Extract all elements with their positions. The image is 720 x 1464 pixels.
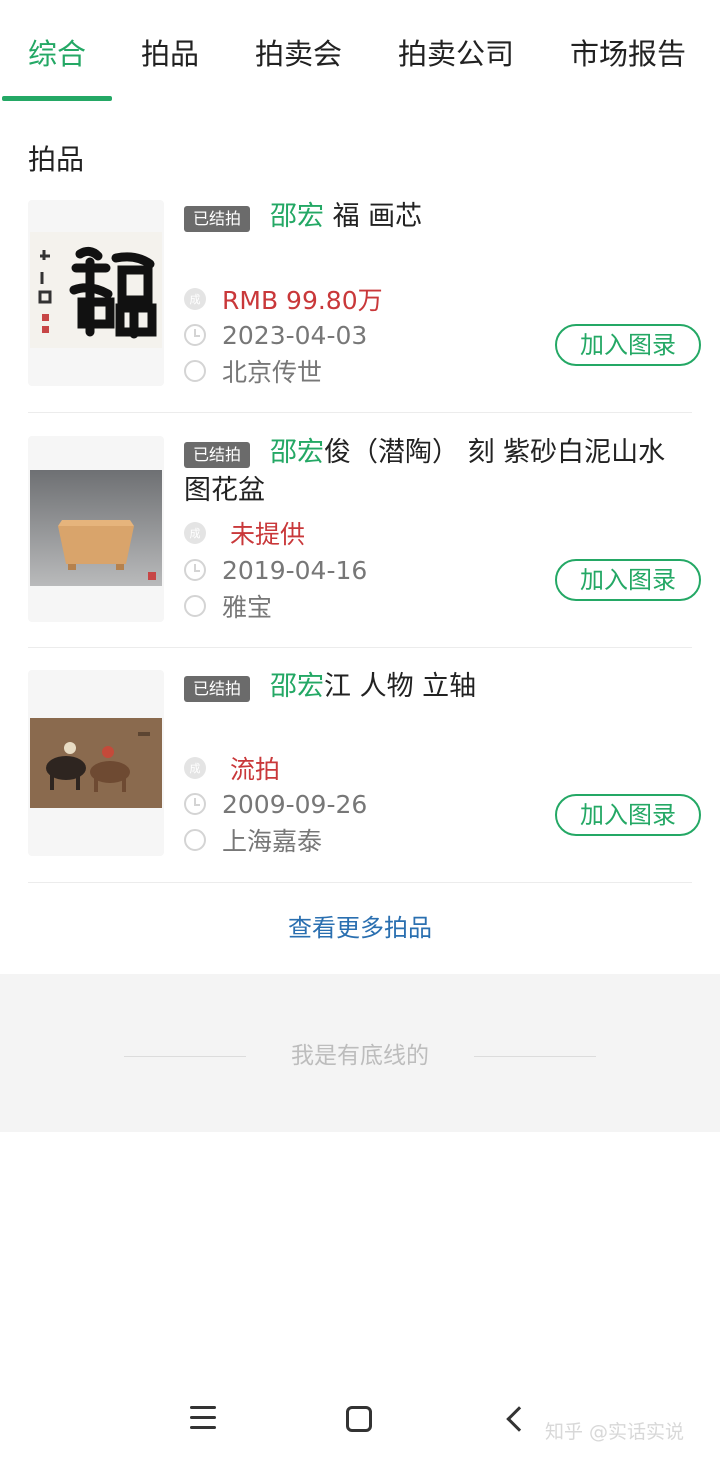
- clock-icon: [184, 793, 206, 815]
- divider: [28, 882, 692, 883]
- watermark: 知乎 @实话实说: [545, 1421, 685, 1443]
- section-title: 拍品: [28, 143, 85, 176]
- end-of-list-footer: 我是有底线的: [0, 974, 720, 1132]
- auction-house-row: 雅宝: [184, 589, 272, 623]
- view-more-lots-link[interactable]: 查看更多拍品: [0, 910, 720, 946]
- back-icon[interactable]: [506, 1406, 532, 1432]
- artist-name[interactable]: 邵宏: [270, 437, 324, 468]
- location-icon: [184, 360, 206, 382]
- deal-icon: 成: [184, 757, 206, 779]
- price-row: 成 RMB 99.80万: [184, 282, 383, 316]
- date-text: 2023-04-03: [222, 320, 368, 350]
- lot-title[interactable]: 邵宏俊（潜陶） 刻 紫砂白泥山水图花盆: [184, 434, 684, 510]
- location-icon: [184, 595, 206, 617]
- price-text: 流拍: [230, 755, 281, 784]
- lot-item[interactable]: 已结拍 邵宏 福 画芯 成 RMB 99.80万 2023-04-03 北京传世…: [0, 200, 720, 434]
- recent-apps-icon[interactable]: [190, 1406, 218, 1430]
- date-text: 2009-09-26: [222, 789, 368, 819]
- tab-overview[interactable]: 综合: [28, 34, 86, 74]
- flowerpot-image: [30, 470, 162, 586]
- tab-auction-companies[interactable]: 拍卖公司: [398, 34, 514, 74]
- lot-item[interactable]: 已结拍 邵宏俊（潜陶） 刻 紫砂白泥山水图花盆 成 未提供 2019-04-16…: [0, 436, 720, 670]
- price-text: 未提供: [230, 520, 306, 549]
- auction-house-row: 北京传世: [184, 354, 322, 388]
- lot-title[interactable]: 邵宏 福 画芯: [184, 198, 684, 236]
- tab-lots[interactable]: 拍品: [141, 34, 199, 74]
- clock-icon: [184, 324, 206, 346]
- date-row: 2023-04-03: [184, 318, 367, 352]
- deal-icon: 成: [184, 522, 206, 544]
- lot-title-text: 江 人物 立轴: [324, 671, 477, 702]
- lot-title-text: 俊（潜陶） 刻 紫砂白泥山水图花盆: [184, 437, 666, 506]
- lot-title-text: 福 画芯: [324, 201, 423, 232]
- lot-thumbnail[interactable]: [28, 436, 164, 622]
- end-of-list-text: 我是有底线的: [291, 1043, 429, 1069]
- tab-market-reports[interactable]: 市场报告: [570, 34, 686, 74]
- add-to-catalog-button[interactable]: 加入图录: [555, 559, 701, 601]
- lot-thumbnail[interactable]: [28, 670, 164, 856]
- price-row: 成 流拍: [184, 751, 280, 785]
- footer-divider-right: [474, 1056, 596, 1057]
- location-icon: [184, 829, 206, 851]
- lot-title[interactable]: 邵宏江 人物 立轴: [184, 668, 684, 706]
- add-to-catalog-button[interactable]: 加入图录: [555, 794, 701, 836]
- auction-house-text: 上海嘉泰: [222, 827, 323, 856]
- auction-house-text: 北京传世: [222, 358, 323, 387]
- artist-name[interactable]: 邵宏: [270, 201, 324, 232]
- date-row: 2019-04-16: [184, 553, 367, 587]
- date-row: 2009-09-26: [184, 787, 367, 821]
- artist-name[interactable]: 邵宏: [270, 671, 324, 702]
- clock-icon: [184, 559, 206, 581]
- auction-house-row: 上海嘉泰: [184, 823, 322, 857]
- top-tab-bar: 综合 拍品 拍卖会 拍卖公司 市场报告: [0, 0, 720, 104]
- lot-item[interactable]: 已结拍 邵宏江 人物 立轴 成 流拍 2009-09-26 上海嘉泰 加入图录: [0, 670, 720, 904]
- deal-icon: 成: [184, 288, 206, 310]
- divider: [28, 647, 692, 648]
- price-row: 成 未提供: [184, 516, 305, 550]
- auction-house-text: 雅宝: [222, 593, 273, 622]
- tab-auctions[interactable]: 拍卖会: [255, 34, 342, 74]
- lot-thumbnail[interactable]: [28, 200, 164, 386]
- date-text: 2019-04-16: [222, 555, 368, 585]
- calligraphy-image: [30, 232, 162, 348]
- painting-image: [30, 718, 162, 808]
- active-tab-indicator: [2, 96, 112, 101]
- add-to-catalog-button[interactable]: 加入图录: [555, 324, 701, 366]
- home-icon[interactable]: [346, 1406, 372, 1432]
- price-text: RMB 99.80万: [222, 286, 383, 315]
- divider: [28, 412, 692, 413]
